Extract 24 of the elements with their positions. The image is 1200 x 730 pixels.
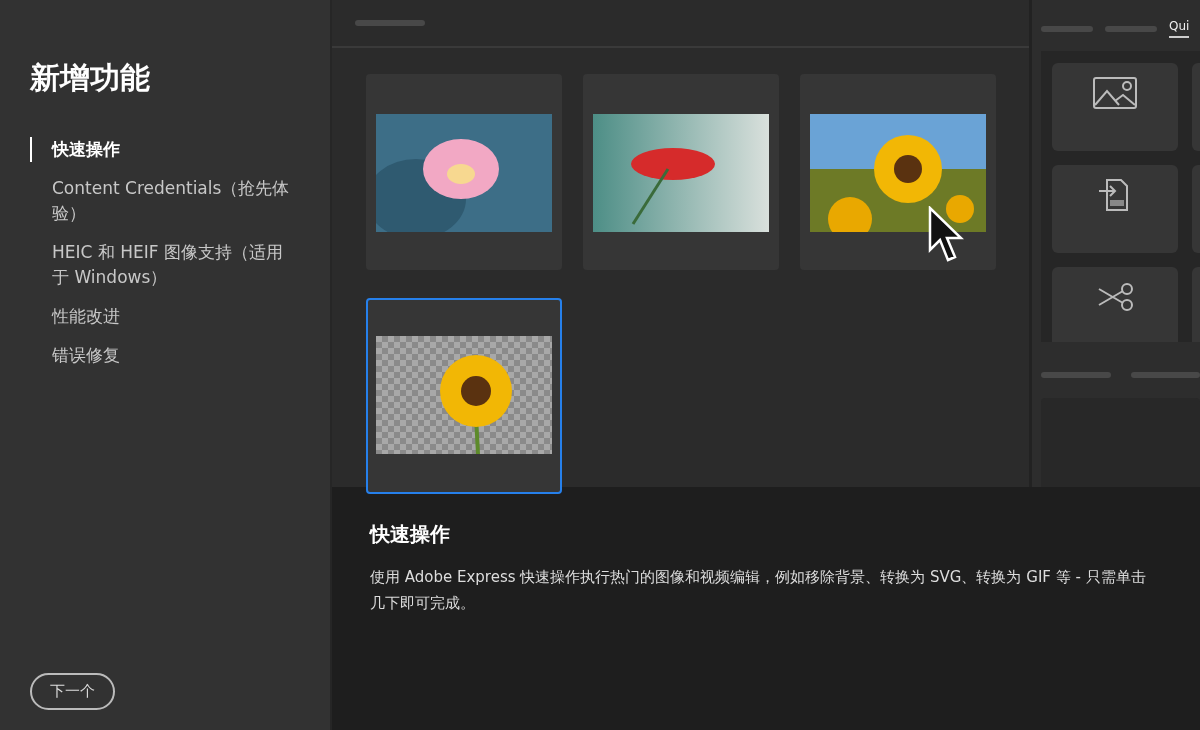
sidebar-item[interactable]: Content Credentials（抢先体验） bbox=[30, 176, 330, 226]
description-text: 使用 Adobe Express 快速操作执行热门的图像和视频编辑，例如移除背景、转换为 SVG、转换为 GIF 等 - 只需单击几下即可完成。 bbox=[370, 567, 1147, 614]
thumbnail-card[interactable] bbox=[583, 74, 779, 270]
sidebar-item[interactable]: 错误修复 bbox=[30, 343, 330, 368]
placeholder-bar bbox=[1105, 25, 1157, 32]
thumbnail-card[interactable] bbox=[366, 298, 562, 494]
thumbnail-card[interactable] bbox=[366, 74, 562, 270]
sidebar-item[interactable]: HEIC 和 HEIF 图像支持（适用于 Windows） bbox=[30, 240, 330, 290]
quick-action-tile[interactable] bbox=[1052, 165, 1178, 253]
quick-action-tile[interactable] bbox=[1052, 267, 1178, 342]
placeholder-bar bbox=[1130, 371, 1200, 378]
next-button[interactable]: 下一个 bbox=[30, 673, 115, 710]
panel-tab[interactable]: Qui bbox=[1169, 19, 1190, 38]
sidebar-item[interactable]: 性能改进 bbox=[30, 304, 330, 329]
description-title: 快速操作 bbox=[370, 521, 451, 548]
thumbnail-card[interactable] bbox=[800, 74, 996, 270]
cursor-icon bbox=[928, 206, 964, 264]
quick-action-tile[interactable] bbox=[1052, 63, 1178, 151]
panel-title: 新增功能 bbox=[30, 59, 151, 97]
placeholder-bar bbox=[355, 20, 425, 26]
sidebar-item[interactable]: 快速操作 bbox=[30, 137, 330, 162]
image-icon bbox=[1093, 77, 1137, 109]
placeholder-bar bbox=[1041, 371, 1111, 378]
placeholder-bar bbox=[1041, 25, 1093, 32]
